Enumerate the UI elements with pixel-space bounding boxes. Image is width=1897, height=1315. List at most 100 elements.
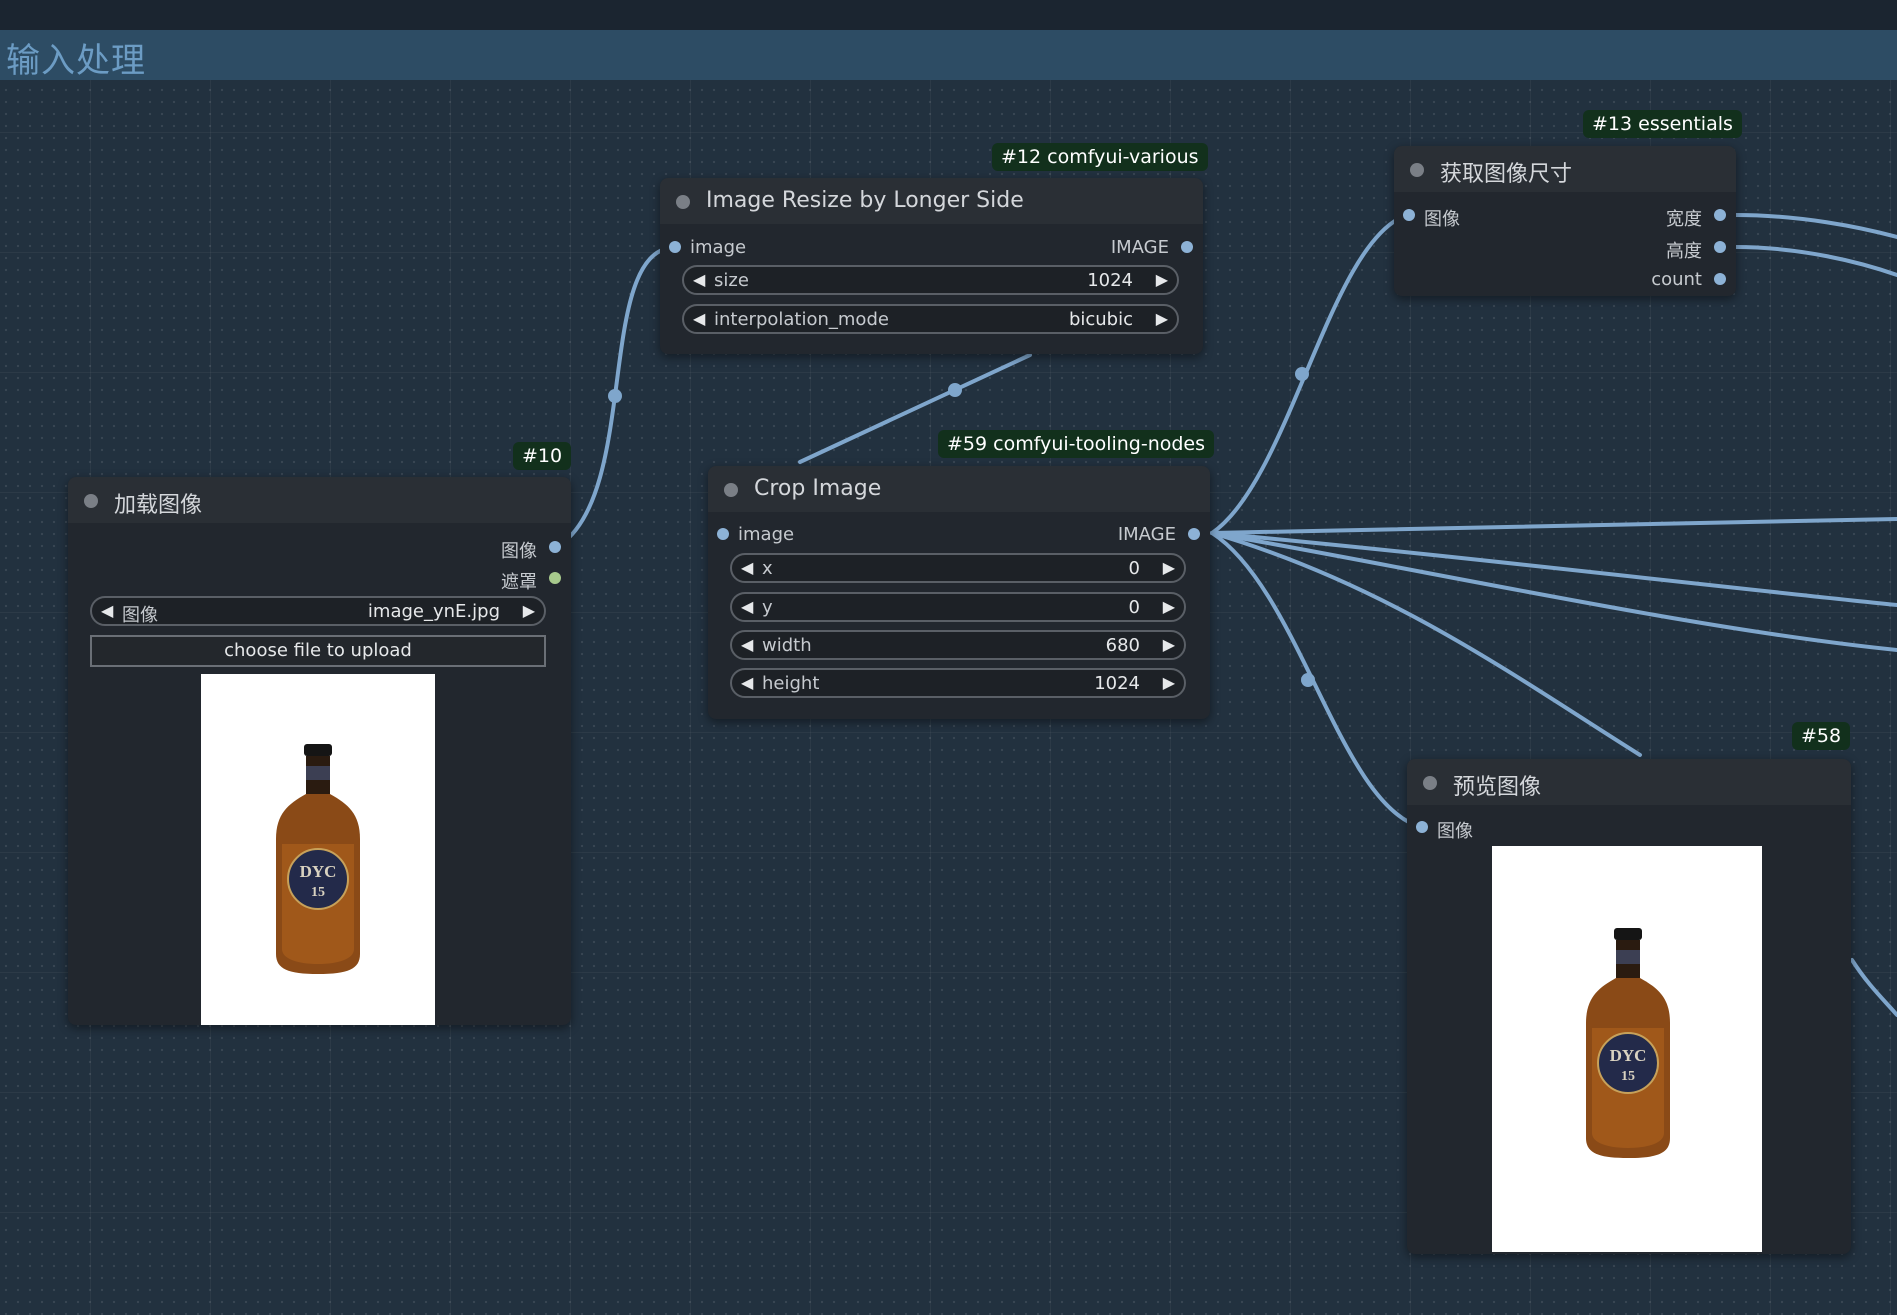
node-title: 加载图像: [114, 493, 203, 518]
wire-crop-out-2: [1210, 531, 1897, 607]
node-header[interactable]: 获取图像尺寸: [1394, 146, 1736, 192]
wire-crop-to-size: [1210, 213, 1409, 535]
collapse-dot-icon[interactable]: [676, 195, 690, 209]
output-label-width: 宽度: [1666, 209, 1702, 230]
right-arrow-icon[interactable]: ▶: [1156, 270, 1168, 289]
size-widget[interactable]: ◀ size 1024 ▶: [682, 265, 1179, 295]
widget-name: y: [762, 597, 773, 618]
wire-reroute-dot: [608, 389, 622, 403]
output-label-image: IMAGE: [1110, 237, 1169, 258]
bottle-number: 15: [311, 885, 325, 900]
wire-reroute-dot: [1295, 367, 1309, 381]
right-arrow-icon[interactable]: ▶: [1163, 635, 1175, 654]
upload-button[interactable]: choose file to upload: [90, 635, 546, 667]
node-title: 获取图像尺寸: [1440, 162, 1573, 187]
y-widget[interactable]: ◀ y 0 ▶: [730, 592, 1186, 622]
left-arrow-icon[interactable]: ◀: [693, 309, 705, 328]
input-label-image: 图像: [1424, 209, 1460, 230]
output-label-mask: 遮罩: [501, 572, 537, 593]
canvas-top-bar: [0, 0, 1897, 31]
input-slot-image[interactable]: [1403, 209, 1415, 221]
output-label-image: 图像: [501, 541, 537, 562]
output-slot-height[interactable]: [1714, 241, 1726, 253]
node-badge-load-image: #10: [513, 442, 572, 470]
wire-crop-out-4: [1210, 531, 1642, 757]
height-widget[interactable]: ◀ height 1024 ▶: [730, 668, 1186, 698]
output-slot-image[interactable]: [1181, 241, 1193, 253]
interpolation-mode-widget[interactable]: ◀ interpolation_mode bicubic ▶: [682, 304, 1179, 334]
wire-width-out: [1733, 213, 1897, 239]
node-badge-crop: #59 comfyui-tooling-nodes: [938, 430, 1215, 458]
output-slot-image[interactable]: [1188, 528, 1200, 540]
right-arrow-icon[interactable]: ▶: [1163, 597, 1175, 616]
wire-reroute-dot: [948, 383, 962, 397]
node-header[interactable]: 加载图像: [68, 477, 571, 523]
input-slot-image[interactable]: [669, 241, 681, 253]
group-header[interactable]: 输入处理: [0, 30, 1897, 81]
image-preview: DYC 15: [1492, 846, 1762, 1252]
widget-value: 1024: [1094, 673, 1140, 694]
right-arrow-icon[interactable]: ▶: [1163, 558, 1175, 577]
node-badge-resize: #12 comfyui-various: [992, 143, 1208, 171]
widget-value: 0: [1128, 597, 1140, 618]
crop-image-node[interactable]: Crop Image image IMAGE ◀ x 0 ▶ ◀ y 0 ▶ ◀…: [708, 466, 1210, 719]
right-arrow-icon[interactable]: ▶: [1163, 673, 1175, 692]
bottle-number: 15: [1621, 1069, 1635, 1084]
wire-height-out: [1733, 245, 1897, 277]
widget-value: image_ynE.jpg: [367, 601, 500, 622]
node-badge-preview: #58: [1792, 722, 1851, 750]
bottle-label: DYC: [300, 862, 337, 881]
node-header[interactable]: Crop Image: [708, 466, 1210, 512]
output-slot-width[interactable]: [1714, 209, 1726, 221]
widget-value: 0: [1128, 558, 1140, 579]
output-slot-image[interactable]: [549, 541, 561, 553]
bottle-image: DYC 15: [276, 744, 360, 974]
node-title: 预览图像: [1453, 775, 1542, 800]
left-arrow-icon[interactable]: ◀: [741, 673, 753, 692]
collapse-dot-icon[interactable]: [1423, 776, 1437, 790]
node-badge-image-size: #13 essentials: [1583, 110, 1742, 138]
image-preview: DYC 15: [201, 674, 435, 1025]
wire-crop-to-preview: [1210, 531, 1423, 829]
widget-value: 680: [1105, 635, 1140, 656]
image-select-widget[interactable]: ◀ 图像 image_ynE.jpg ▶: [90, 596, 546, 626]
load-image-node[interactable]: 加载图像 图像 遮罩 ◀ 图像 image_ynE.jpg ▶ choose f…: [68, 477, 571, 1025]
right-arrow-icon[interactable]: ▶: [1156, 309, 1168, 328]
left-arrow-icon[interactable]: ◀: [741, 635, 753, 654]
node-header[interactable]: 预览图像: [1407, 759, 1851, 805]
wire-crop-out-3: [1210, 531, 1897, 652]
left-arrow-icon[interactable]: ◀: [741, 558, 753, 577]
node-header[interactable]: Image Resize by Longer Side: [660, 178, 1203, 224]
widget-name: interpolation_mode: [714, 309, 889, 330]
widget-name: 图像: [122, 605, 158, 626]
resize-node[interactable]: Image Resize by Longer Side image IMAGE …: [660, 178, 1203, 354]
preview-image-node[interactable]: 预览图像 图像 DYC 15: [1407, 759, 1851, 1254]
output-slot-count[interactable]: [1714, 273, 1726, 285]
node-title: Image Resize by Longer Side: [706, 188, 1024, 213]
left-arrow-icon[interactable]: ◀: [101, 601, 113, 620]
collapse-dot-icon[interactable]: [724, 483, 738, 497]
left-arrow-icon[interactable]: ◀: [693, 270, 705, 289]
collapse-dot-icon[interactable]: [1410, 163, 1424, 177]
wire-preview-out: [1850, 958, 1897, 1017]
left-arrow-icon[interactable]: ◀: [741, 597, 753, 616]
output-slot-mask[interactable]: [549, 572, 561, 584]
widget-name: width: [762, 635, 812, 656]
collapse-dot-icon[interactable]: [84, 494, 98, 508]
widget-value: bicubic: [1068, 309, 1133, 330]
input-label-image: image: [690, 237, 747, 258]
input-slot-image[interactable]: [1416, 821, 1428, 833]
output-label-image: IMAGE: [1117, 524, 1176, 545]
input-label-image: 图像: [1437, 821, 1473, 842]
x-widget[interactable]: ◀ x 0 ▶: [730, 553, 1186, 583]
input-slot-image[interactable]: [717, 528, 729, 540]
widget-name: size: [714, 270, 749, 291]
get-image-size-node[interactable]: 获取图像尺寸 图像 宽度 高度 count: [1394, 146, 1736, 296]
bottle-image: DYC 15: [1586, 928, 1670, 1158]
widget-name: x: [762, 558, 773, 579]
output-label-height: 高度: [1666, 241, 1702, 262]
right-arrow-icon[interactable]: ▶: [523, 601, 535, 620]
widget-name: height: [762, 673, 820, 694]
width-widget[interactable]: ◀ width 680 ▶: [730, 630, 1186, 660]
input-label-image: image: [738, 524, 795, 545]
